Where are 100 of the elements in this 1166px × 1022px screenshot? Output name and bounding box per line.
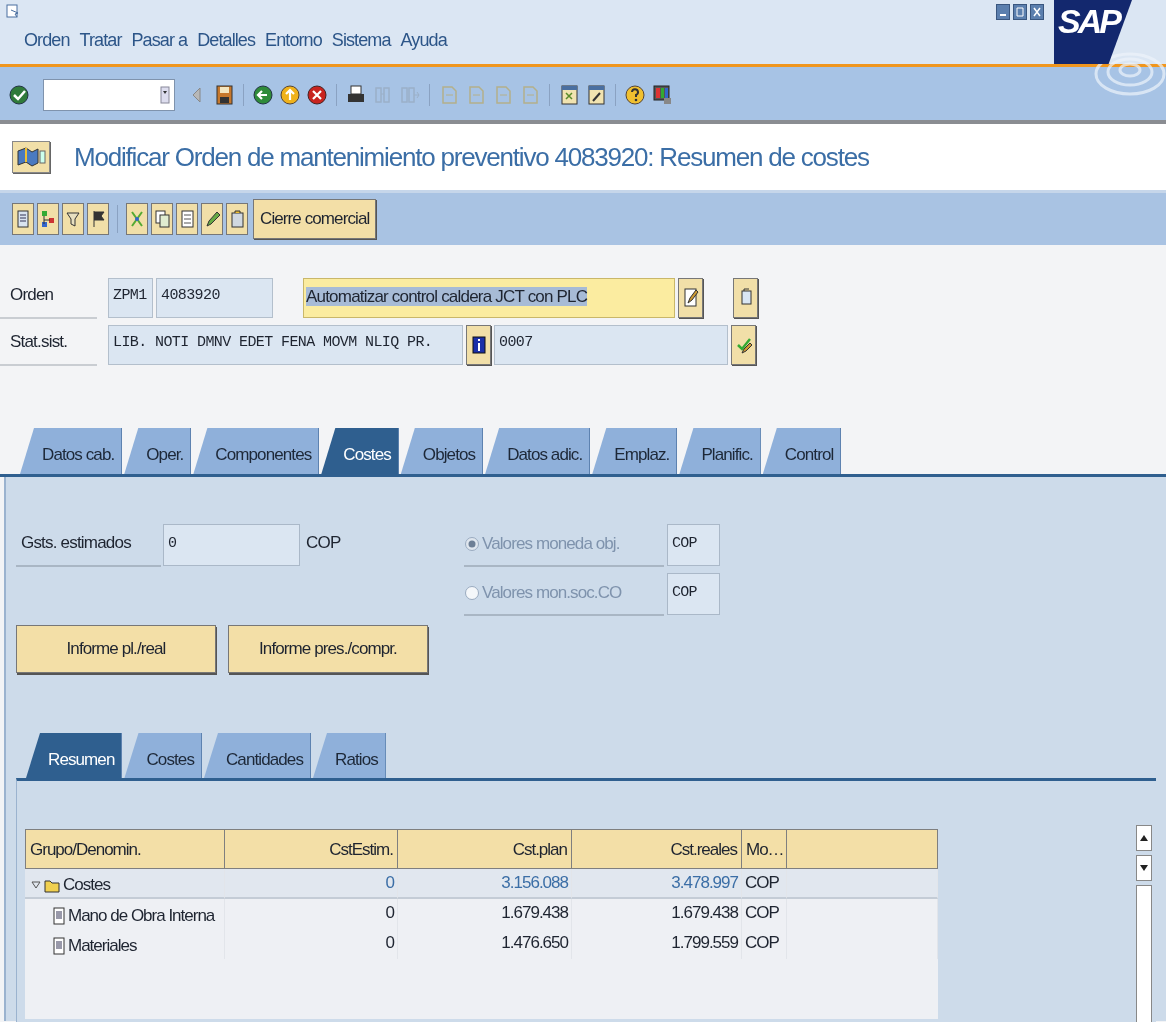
order-number-field[interactable]: 4083920 — [156, 278, 273, 318]
clipboard-icon — [229, 209, 245, 229]
list-icon — [179, 209, 195, 229]
tab[interactable]: Datos adic. — [485, 428, 591, 474]
tab[interactable]: Control — [762, 428, 842, 474]
menu-item[interactable]: Entorno — [265, 30, 322, 51]
menu-item[interactable]: Pasar a — [131, 30, 188, 51]
tree-node-label[interactable]: Materiales — [68, 936, 137, 956]
tab[interactable]: Componentes — [193, 428, 320, 474]
table-cell: 1.799.559 — [572, 929, 742, 959]
document-icon — [53, 907, 65, 925]
table-cell: COP — [742, 869, 787, 899]
tab[interactable]: Resumen — [26, 733, 123, 778]
command-field[interactable] — [43, 79, 175, 111]
tab[interactable]: Objetos — [400, 428, 484, 474]
list-button[interactable] — [176, 203, 198, 235]
scroll-up-button[interactable] — [1136, 825, 1152, 851]
down-icon — [1140, 865, 1148, 871]
column-header[interactable]: Cst.plan — [398, 829, 572, 869]
flag-button[interactable] — [87, 203, 109, 235]
dropdown-icon[interactable] — [160, 85, 170, 105]
table-cell: 1.679.438 — [398, 899, 572, 929]
hierarchy-icon — [40, 209, 56, 229]
currency-label: COP — [305, 533, 341, 554]
copy-icon — [154, 209, 170, 229]
column-header[interactable]: Mo… — [742, 829, 787, 869]
document-button[interactable] — [12, 203, 34, 235]
window-icon[interactable] — [558, 83, 580, 107]
menu-item[interactable]: Orden — [24, 30, 70, 51]
tab[interactable]: Costes — [124, 733, 202, 778]
logo: SAP — [1054, 0, 1132, 64]
column-header[interactable] — [787, 829, 938, 869]
folder-icon — [44, 877, 60, 893]
table-cell: 0 — [225, 869, 398, 899]
object-menu-button[interactable] — [12, 141, 50, 173]
report-button[interactable]: Informe pres./compr. — [228, 625, 428, 673]
cancel-icon[interactable] — [306, 83, 328, 107]
description-field[interactable]: Automatizar control caldera JCT con PLC — [303, 278, 675, 318]
field-label: Stat.sist. — [0, 324, 97, 366]
document-icon — [15, 209, 31, 229]
funnel-icon — [65, 209, 81, 229]
column-header[interactable]: Grupo/Denomin. — [25, 829, 225, 869]
table-cell: 1.679.438 — [572, 899, 742, 929]
pencil-button[interactable] — [201, 203, 223, 235]
menu-item[interactable]: Detalles — [197, 30, 256, 51]
flag-icon — [90, 209, 106, 229]
toolbar-button[interactable]: Cierre comercial — [253, 199, 377, 239]
tab[interactable]: Cantidades — [204, 733, 311, 778]
tab[interactable]: Emplaz. — [592, 428, 678, 474]
estimated-costs-field[interactable]: 0 — [163, 524, 300, 566]
hierarchy-button[interactable] — [37, 203, 59, 235]
table-cell: COP — [742, 899, 787, 929]
scroll-down-button[interactable] — [1136, 855, 1152, 881]
menu-item[interactable]: Ayuda — [400, 30, 447, 51]
tab[interactable]: Datos cab. — [20, 428, 123, 474]
up-icon — [1140, 835, 1148, 841]
table-cell: 3.156.088 — [398, 869, 572, 899]
table-cell: 1.476.650 — [398, 929, 572, 959]
status-button[interactable] — [731, 325, 756, 365]
table-cell: 0 — [225, 899, 398, 929]
report-button[interactable]: Informe pl./real — [16, 625, 216, 673]
table-cell: COP — [742, 929, 787, 959]
maximize-icon[interactable] — [1013, 4, 1027, 20]
user-status-field[interactable]: 0007 — [494, 325, 728, 365]
document-icon — [53, 937, 65, 955]
column-header[interactable]: Cst.reales — [572, 829, 742, 869]
system-status-field: LIB. NOTI DMNV EDET FENA MOVM NLIQ PR. — [108, 325, 463, 365]
ripple-drawing — [1094, 52, 1166, 96]
check-icon[interactable] — [8, 83, 30, 107]
tab[interactable]: Planific. — [679, 428, 761, 474]
monitor-icon[interactable] — [651, 83, 673, 107]
floppy-icon[interactable] — [213, 83, 235, 107]
tab[interactable]: Oper. — [124, 428, 192, 474]
note-pencil-icon — [682, 287, 699, 309]
expand-icon[interactable] — [31, 880, 41, 890]
order-type-field[interactable]: ZPM1 — [108, 278, 153, 318]
help-icon[interactable] — [624, 83, 646, 107]
field-label: Orden — [0, 277, 97, 319]
shortcut-icon[interactable] — [585, 83, 607, 107]
menu-item[interactable]: Sistema — [331, 30, 391, 51]
long-text-button[interactable] — [678, 278, 703, 318]
copy-button[interactable] — [151, 203, 173, 235]
close-icon[interactable] — [1030, 4, 1044, 20]
document-button[interactable] — [733, 278, 758, 318]
tree-node-label[interactable]: Costes — [63, 875, 110, 895]
table-cell: 3.478.997 — [572, 869, 742, 899]
minimize-icon[interactable] — [996, 4, 1010, 20]
clipboard-button[interactable] — [226, 203, 248, 235]
tab[interactable]: Costes — [321, 428, 399, 474]
scrollbar-track[interactable] — [1136, 885, 1152, 1022]
field-label: Gsts. estimados — [16, 523, 161, 567]
tab[interactable]: Ratios — [313, 733, 386, 778]
back-icon[interactable] — [252, 83, 274, 107]
tree-node-label[interactable]: Mano de Obra Interna — [68, 906, 215, 926]
menu-item[interactable]: Tratar — [79, 30, 122, 51]
pencil-icon — [204, 209, 220, 229]
column-header[interactable]: CstEstim. — [225, 829, 398, 869]
info-icon — [470, 334, 487, 356]
info-button[interactable] — [466, 325, 491, 365]
window-menu-icon[interactable] — [6, 4, 20, 18]
